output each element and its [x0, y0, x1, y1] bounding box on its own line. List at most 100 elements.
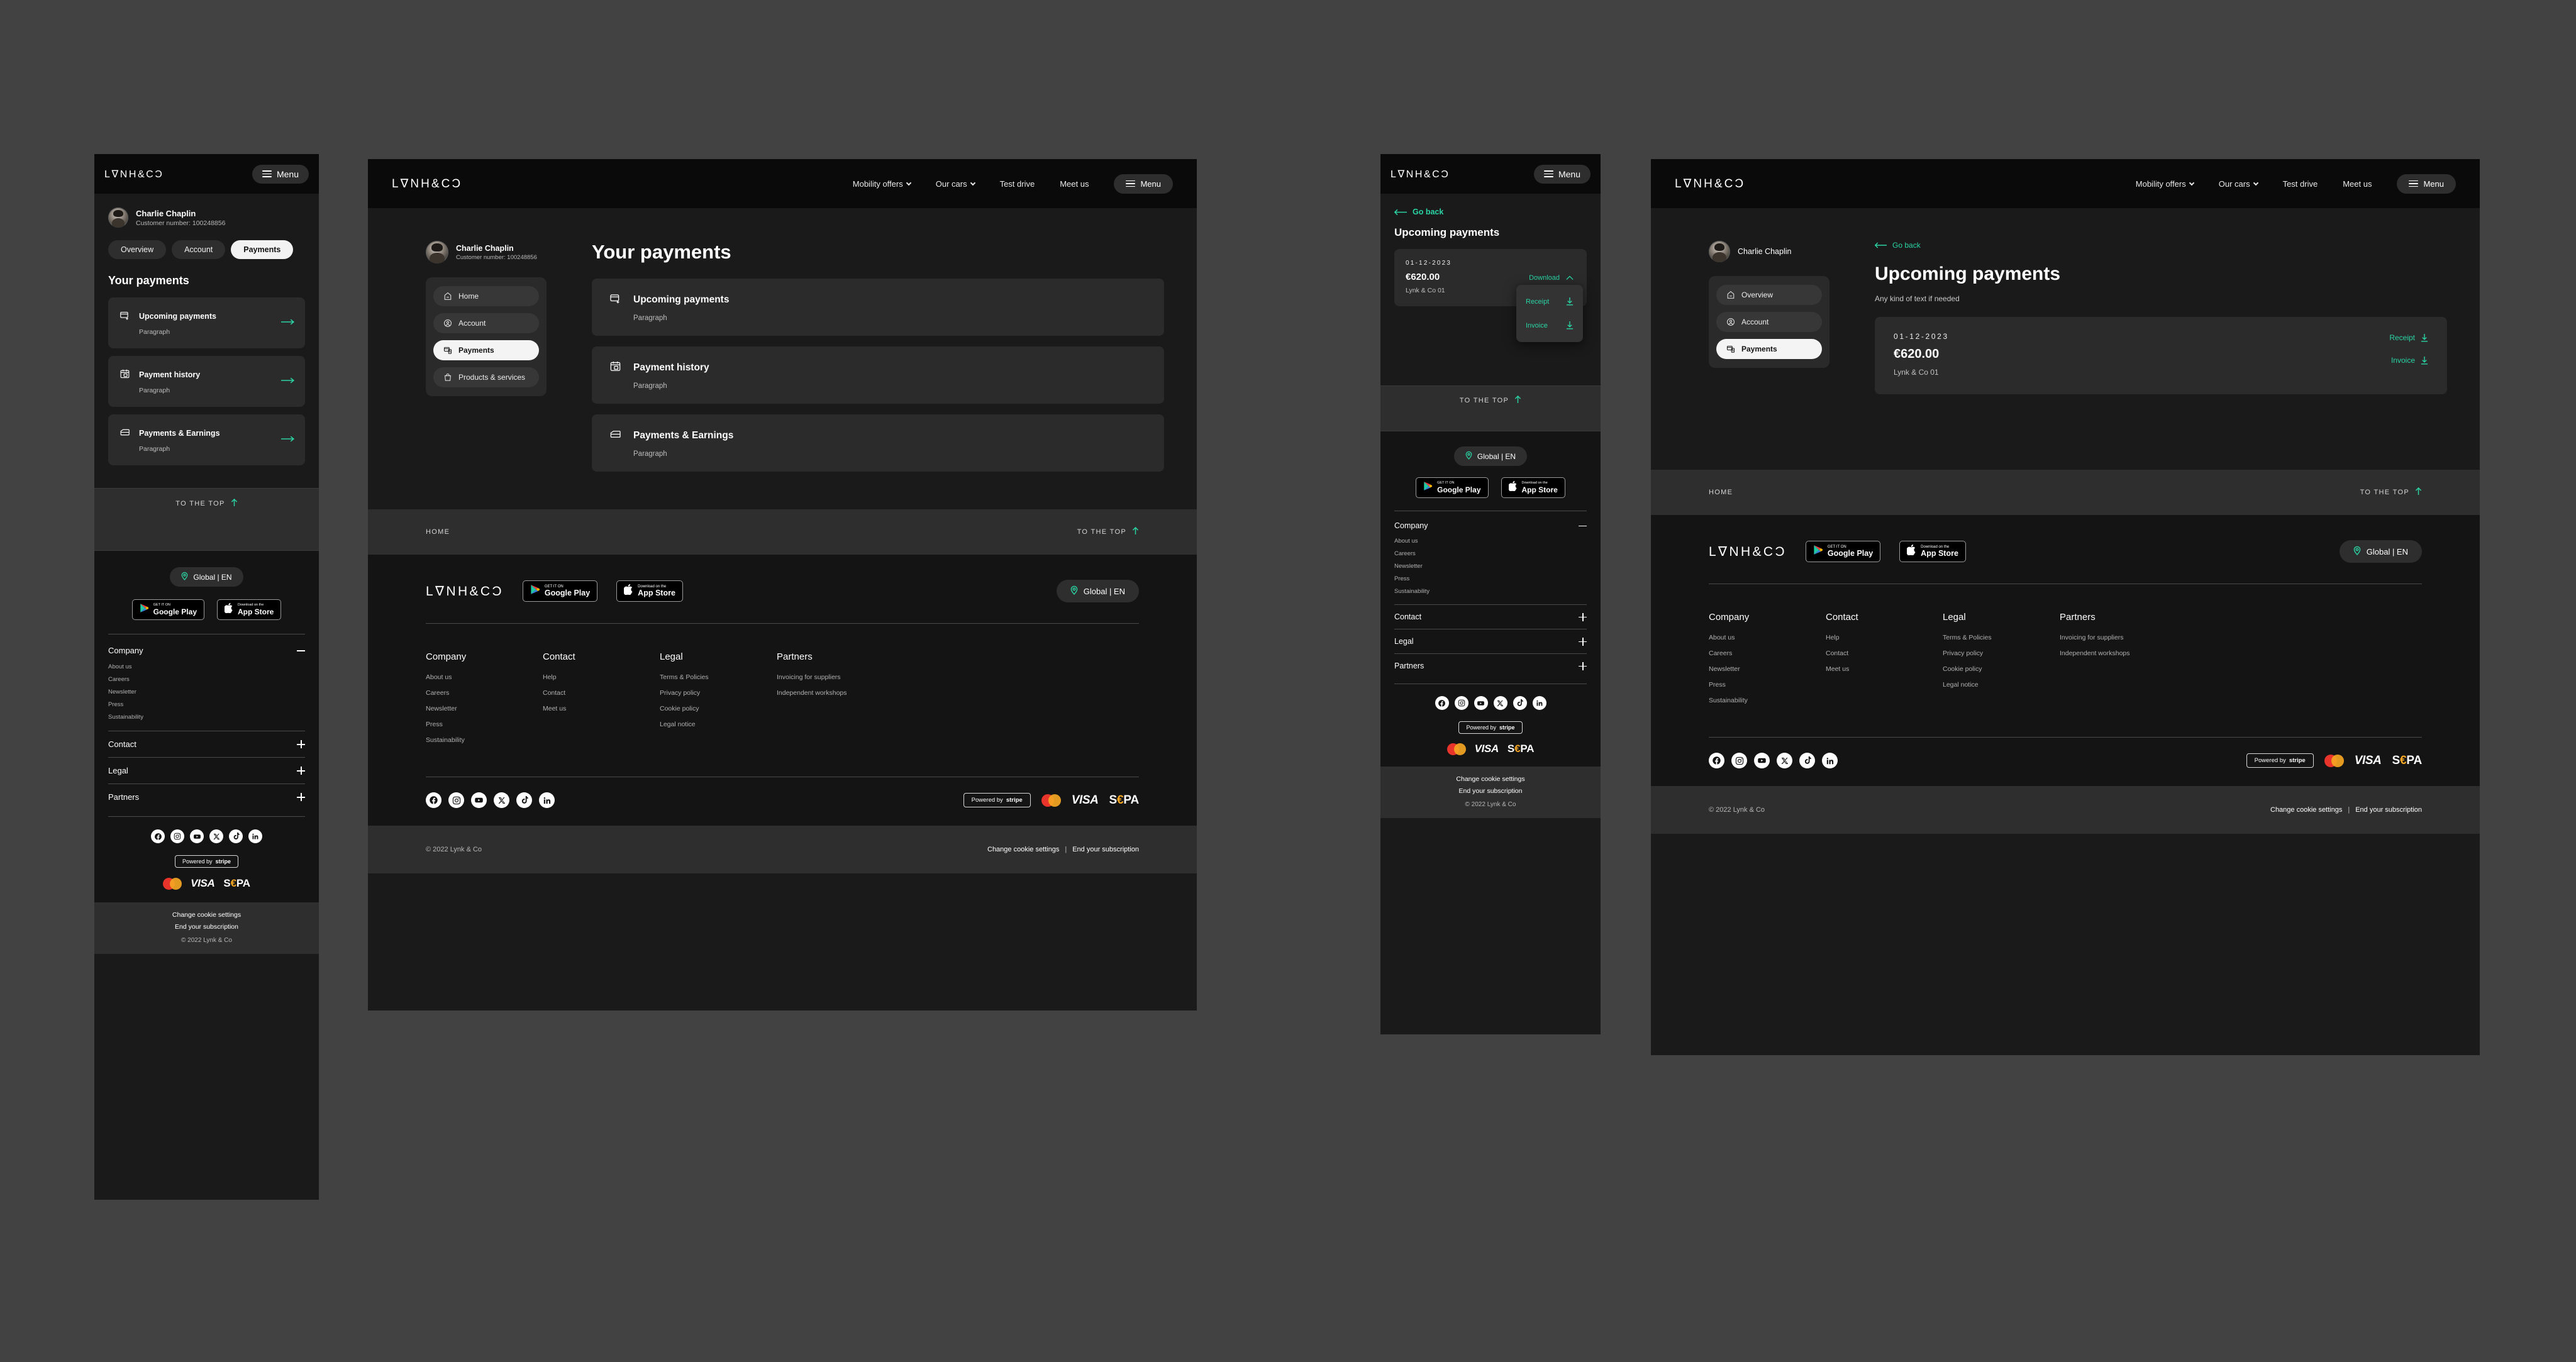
sidebar-item-products-services[interactable]: Products & services	[433, 367, 539, 387]
footer-link[interactable]: Help	[1826, 634, 1943, 641]
menu-button[interactable]: Menu	[1114, 174, 1173, 194]
footer-link[interactable]: Newsletter	[1709, 665, 1826, 673]
card-payments-earnings[interactable]: Payments & Earnings Paragraph	[108, 414, 305, 465]
instagram-icon[interactable]	[448, 792, 464, 808]
google-play-badge[interactable]: GET IT ON Google Play	[522, 580, 598, 602]
footer-link[interactable]: Careers	[426, 689, 543, 697]
nav-meet-us[interactable]: Meet us	[1060, 179, 1089, 189]
footer-link[interactable]: Sustainability	[1709, 697, 1826, 704]
instagram-icon[interactable]	[1731, 753, 1747, 768]
download-invoice-option[interactable]: Invoice	[1516, 318, 1583, 333]
card-payment-history[interactable]: Payment history Paragraph	[592, 346, 1164, 404]
facebook-icon[interactable]	[426, 792, 441, 808]
sidebar-item-payments[interactable]: Payments	[433, 340, 539, 360]
footer-link[interactable]: Meet us	[1826, 665, 1943, 673]
footer-link[interactable]: About us	[1709, 634, 1826, 641]
google-play-badge[interactable]: GET IT ON Google Play	[1416, 477, 1489, 498]
card-upcoming-payments[interactable]: Upcoming payments Paragraph	[592, 279, 1164, 336]
footer-link[interactable]: Invoicing for suppliers	[777, 673, 915, 681]
app-store-badge[interactable]: Download on the App Store	[1899, 541, 1966, 562]
footer-link[interactable]: Press	[1709, 681, 1826, 689]
youtube-icon[interactable]	[471, 792, 487, 808]
menu-button[interactable]: Menu	[252, 164, 309, 184]
footer-link[interactable]: Sustainability	[1394, 588, 1587, 595]
download-toggle[interactable]: Download	[1529, 274, 1574, 282]
footer-link[interactable]: Sustainability	[426, 736, 543, 744]
facebook-icon[interactable]	[151, 829, 165, 843]
card-payment-history[interactable]: Payment history Paragraph	[108, 356, 305, 407]
google-play-badge[interactable]: GET IT ON Google Play	[131, 599, 204, 620]
app-store-badge[interactable]: Download on the App Store	[217, 599, 282, 620]
brand-logo[interactable]: L∇NH&CƆ	[104, 168, 164, 180]
tiktok-icon[interactable]	[229, 829, 243, 843]
x-icon[interactable]	[1493, 696, 1507, 710]
end-subscription-link[interactable]: End your subscription	[175, 923, 238, 931]
x-icon[interactable]	[1777, 753, 1792, 768]
footer-link[interactable]: Terms & Policies	[660, 673, 777, 681]
sidebar-item-payments[interactable]: Payments	[1716, 339, 1822, 359]
x-icon[interactable]	[209, 829, 223, 843]
footer-link[interactable]: Invoicing for suppliers	[2060, 634, 2198, 641]
linkedin-icon[interactable]	[1822, 753, 1838, 768]
footer-link[interactable]: Careers	[108, 676, 305, 683]
linkedin-icon[interactable]	[248, 829, 262, 843]
tiktok-icon[interactable]	[1799, 753, 1815, 768]
footer-link[interactable]: Independent workshops	[2060, 650, 2198, 657]
accordion-header-legal[interactable]: Legal	[108, 758, 305, 783]
accordion-header-company[interactable]: Company	[108, 646, 305, 655]
end-subscription-link[interactable]: End your subscription	[1072, 846, 1139, 853]
accordion-header-contact[interactable]: Contact	[108, 731, 305, 757]
sidebar-item-account[interactable]: Account	[433, 313, 539, 333]
footer-link[interactable]: Legal notice	[660, 721, 777, 728]
footer-link[interactable]: Careers	[1394, 550, 1587, 557]
region-selector[interactable]: Global | EN	[1056, 580, 1139, 602]
menu-button[interactable]: Menu	[2397, 174, 2456, 194]
nav-our-cars[interactable]: Our cars	[2219, 179, 2258, 189]
footer-link[interactable]: About us	[1394, 538, 1587, 545]
footer-link[interactable]: Contact	[1826, 650, 1943, 657]
card-upcoming-payments[interactable]: Upcoming payments Paragraph	[108, 297, 305, 348]
footer-link[interactable]: Press	[1394, 575, 1587, 582]
tab-overview[interactable]: Overview	[108, 240, 167, 259]
youtube-icon[interactable]	[1474, 696, 1488, 710]
footer-link[interactable]: Terms & Policies	[1943, 634, 2060, 641]
sidebar-item-account[interactable]: Account	[1716, 312, 1822, 332]
tiktok-icon[interactable]	[516, 792, 532, 808]
footer-link[interactable]: Independent workshops	[777, 689, 915, 697]
facebook-icon[interactable]	[1435, 696, 1449, 710]
tab-account[interactable]: Account	[172, 240, 226, 259]
footer-accordion-company[interactable]: Company About us Careers Newsletter Pres…	[108, 634, 305, 721]
to-the-top-button[interactable]: TO THE TOP	[175, 498, 237, 509]
footer-link[interactable]: Newsletter	[426, 705, 543, 712]
nav-meet-us[interactable]: Meet us	[2343, 179, 2372, 189]
nav-test-drive[interactable]: Test drive	[1000, 179, 1035, 189]
end-subscription-link[interactable]: End your subscription	[1459, 787, 1523, 795]
footer-link[interactable]: Press	[108, 701, 305, 708]
region-selector[interactable]: Global | EN	[2339, 540, 2422, 563]
footer-link[interactable]: Press	[426, 721, 543, 728]
nav-mobility-offers[interactable]: Mobility offers	[2136, 179, 2194, 189]
footer-link[interactable]: Legal notice	[1943, 681, 2060, 689]
accordion-header-partners[interactable]: Partners	[108, 784, 305, 810]
footer-link[interactable]: Sustainability	[108, 714, 305, 721]
accordion-header-contact[interactable]: Contact	[1394, 605, 1587, 629]
to-the-top-button[interactable]: TO THE TOP	[2360, 487, 2422, 497]
go-back-button[interactable]: Go back	[1875, 241, 2447, 250]
footer-link[interactable]: Cookie policy	[1943, 665, 2060, 673]
download-receipt-option[interactable]: Receipt	[1516, 294, 1583, 309]
app-store-badge[interactable]: Download on the App Store	[1501, 477, 1565, 498]
x-icon[interactable]	[494, 792, 509, 808]
accordion-header-legal[interactable]: Legal	[1394, 629, 1587, 653]
region-selector[interactable]: Global | EN	[170, 567, 243, 587]
to-the-top-button[interactable]: TO THE TOP	[1460, 395, 1521, 406]
change-cookie-settings-link[interactable]: Change cookie settings	[172, 911, 241, 919]
instagram-icon[interactable]	[170, 829, 184, 843]
sidebar-item-home[interactable]: Home	[433, 286, 539, 306]
youtube-icon[interactable]	[190, 829, 204, 843]
footer-link[interactable]: Newsletter	[1394, 563, 1587, 570]
footer-link[interactable]: Contact	[543, 689, 660, 697]
to-the-top-band[interactable]: TO THE TOP	[94, 488, 319, 518]
region-selector[interactable]: Global | EN	[1453, 446, 1528, 466]
end-subscription-link[interactable]: End your subscription	[2355, 806, 2422, 814]
footer-link[interactable]: Privacy policy	[1943, 650, 2060, 657]
